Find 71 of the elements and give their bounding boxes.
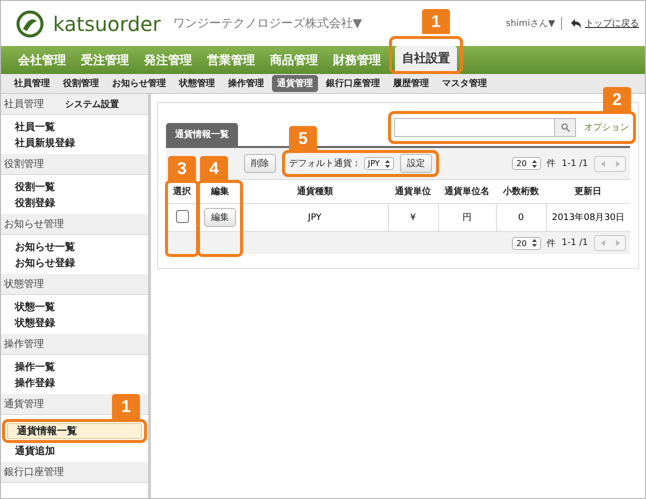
sub-nav-tab[interactable]: 履歴管理 [388,75,434,92]
sidebar-section-header: お知らせ管理 [1,214,148,235]
currency-select[interactable]: JPY [364,157,394,170]
right-arrow-icon [616,160,620,166]
set-button[interactable]: 設定 [400,154,432,173]
per-page-select[interactable]: 20 [512,236,541,250]
right-arrow-icon [616,240,620,246]
page-range: 1-1 /1 [562,238,588,248]
sidebar-item[interactable]: 操作登録 [5,375,65,391]
sidebar-section-header: 操作管理 [1,334,148,355]
per-page-unit: 件 [546,238,556,250]
edit-button[interactable]: 編集 [204,208,236,227]
sidebar-title: システム設置 [65,98,119,111]
sidebar-item[interactable]: 役割一覧 [5,179,65,195]
delete-button[interactable]: 削除 [244,154,276,173]
sidebar-item[interactable]: お知らせ登録 [5,255,85,271]
column-header: 更新日 [546,180,630,204]
sub-nav-tab[interactable]: 通貨管理 [272,75,318,92]
per-page-select[interactable]: 20 [512,157,541,170]
sub-nav-tab[interactable]: マスタ管理 [437,75,492,92]
page-range: 1-1 /1 [562,158,588,168]
callout-number: 3 [168,156,196,181]
sidebar-section-header: 銀行口座管理 [1,462,148,483]
sidebar-item[interactable]: 通貨情報一覧 [7,423,142,439]
sidebar-section-header: 役割管理 [1,154,148,175]
sidebar-item[interactable]: 操作一覧 [5,359,65,375]
left-arrow-icon [600,160,604,166]
sub-nav-tab[interactable]: 社員管理 [9,75,55,92]
callout-number: 1 [422,9,450,34]
callout-number: 1 [112,394,140,419]
stepper-icon [532,160,537,168]
callout-number: 4 [200,156,228,181]
left-arrow-icon [600,240,604,246]
sidebar-item[interactable]: 通貨追加 [5,443,65,459]
stepper-icon [384,160,390,168]
option-link[interactable]: オプション [584,121,629,134]
sub-nav-tab[interactable]: 銀行口座管理 [321,75,385,92]
search-field[interactable] [394,118,554,137]
callout-number: 5 [289,126,317,151]
column-header: 通貨種類 [242,180,388,204]
sidebar-item[interactable]: 役割登録 [5,195,65,211]
sidebar-item[interactable]: 社員一覧 [5,119,65,135]
top-link[interactable]: トップに戻る [570,17,639,30]
sidebar-item[interactable]: 社員新規登録 [5,135,85,151]
per-page-unit: 件 [546,158,556,170]
sub-nav-tab[interactable]: 操作管理 [223,75,269,92]
sub-nav-tab[interactable]: 状態管理 [174,75,220,92]
search-button[interactable] [554,118,576,137]
user-menu[interactable]: shimiさん▼ [506,17,562,30]
sub-nav-tab[interactable]: 役割管理 [58,75,104,92]
column-header: 小数桁数 [496,180,546,204]
column-header: 通貨単位名 [438,180,496,204]
pager-buttons[interactable] [594,235,626,251]
row-checkbox[interactable] [176,210,188,222]
sidebar-item[interactable]: お知らせ一覧 [5,239,85,255]
default-currency-label: デフォルト通貨 : [289,158,358,170]
sidebar-item[interactable]: 状態登録 [5,315,65,331]
back-arrow-icon [570,19,582,28]
stepper-icon [532,239,537,247]
sidebar-section-header: 状態管理 [1,274,148,295]
sidebar-item[interactable]: 状態一覧 [5,299,65,315]
panel-tab[interactable]: 通貨情報一覧 [166,123,238,146]
pager-buttons[interactable] [594,156,626,172]
main-nav-tab[interactable]: 自社設置 [395,46,457,71]
sub-nav-tab[interactable]: お知らせ管理 [107,75,171,92]
callout-number: 2 [603,87,631,112]
logo-text: katsuorder [53,12,161,36]
company-menu[interactable]: ワンジーテクノロジーズ株式会社▼ [172,15,362,32]
fish-logo-icon [15,8,45,38]
column-header: 通貨単位 [388,180,438,204]
search-icon [560,123,570,132]
